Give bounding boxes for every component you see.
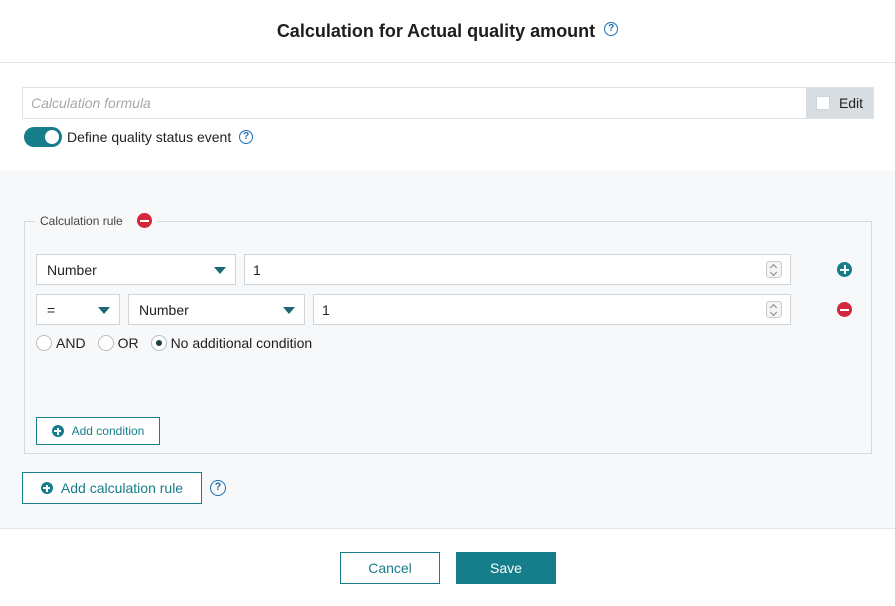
remove-row-minus-circle-icon[interactable] [837,302,852,317]
edit-toggle-button[interactable]: Edit [806,88,873,118]
row2-type-select[interactable]: Number [128,294,305,325]
cancel-button[interactable]: Cancel [340,552,440,584]
add-condition-button[interactable]: Add condition [36,417,160,445]
chevron-down-icon [214,267,226,274]
radio-and-circle[interactable] [36,335,52,351]
question-circle-icon[interactable]: ? [210,480,226,496]
calculation-formula-input[interactable] [23,88,806,118]
add-row-plus-circle-icon[interactable] [837,262,852,277]
save-button[interactable]: Save [456,552,556,584]
radio-and-label: AND [56,335,86,351]
chevron-down-icon [98,307,110,314]
radio-no-condition[interactable]: No additional condition [150,335,313,351]
radio-no-condition-circle[interactable] [150,335,167,351]
calculation-rule-legend: Calculation rule [35,213,157,228]
quality-event-row: Define quality status event ? [24,127,254,147]
calculation-rule-fieldset: Calculation rule Number 1 = Number 1 AND… [24,213,872,454]
quality-event-label: Define quality status event [67,129,232,145]
radio-and[interactable]: AND [36,335,86,351]
add-calculation-rule-button[interactable]: Add calculation rule [22,472,202,504]
edit-checkbox[interactable] [815,96,830,110]
save-label: Save [490,560,522,576]
formula-row: Edit [22,87,874,119]
edit-label: Edit [838,95,864,111]
radio-or[interactable]: OR [97,335,139,351]
rules-panel: Calculation rule Number 1 = Number 1 AND… [0,171,895,529]
cancel-label: Cancel [368,560,412,576]
radio-no-condition-label: No additional condition [170,335,313,351]
row2-type-value: Number [139,301,189,318]
calculation-rule-title: Calculation rule [40,213,123,228]
dialog-header: Calculation for Actual quality amount ? [0,0,895,63]
plus-circle-icon [51,425,64,437]
row1-type-select[interactable]: Number [36,254,236,285]
question-circle-icon[interactable]: ? [604,22,619,36]
dialog-title: Calculation for Actual quality amount [276,20,596,41]
add-calculation-rule-label: Add calculation rule [60,480,184,496]
plus-circle-icon [40,482,53,494]
condition-radio-group: AND OR No additional condition [36,335,324,351]
add-condition-label: Add condition [71,424,145,438]
spinner-icon[interactable] [766,261,782,278]
spinner-icon[interactable] [766,301,782,318]
row1-value-input[interactable]: 1 [244,254,791,285]
row2-value-input[interactable]: 1 [313,294,791,325]
radio-or-circle[interactable] [97,335,114,351]
toggle-knob [45,130,59,144]
row2-operator-select[interactable]: = [36,294,120,325]
row1-type-value: Number [47,261,97,278]
quality-event-toggle[interactable] [24,127,62,147]
chevron-down-icon [283,307,295,314]
remove-rule-minus-circle-icon[interactable] [136,213,152,228]
radio-or-label: OR [117,335,139,351]
question-circle-icon[interactable]: ? [239,130,254,144]
row1-value: 1 [253,261,261,278]
row2-operator-value: = [47,301,56,318]
row2-value: 1 [322,301,330,318]
